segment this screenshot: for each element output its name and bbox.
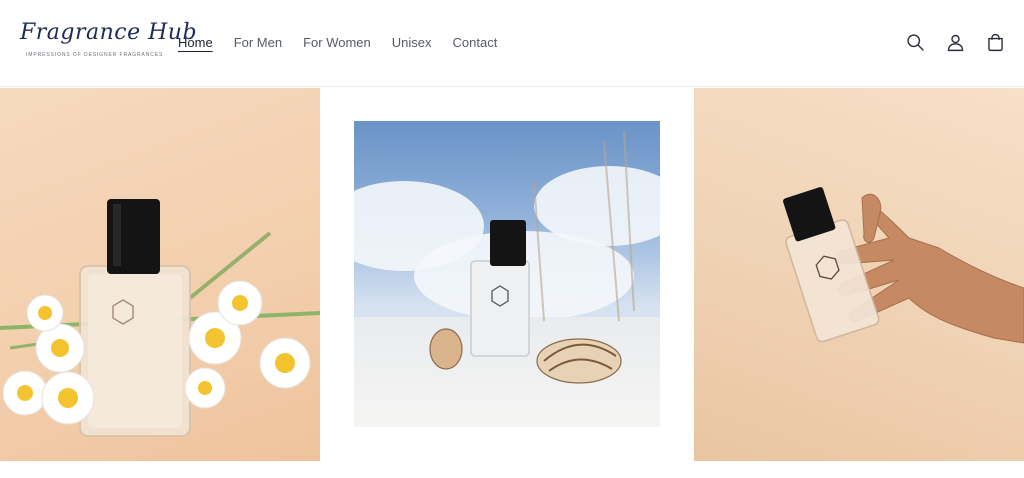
gallery-image-hand-holding[interactable] bbox=[694, 88, 1024, 461]
brand-name: Fragrance Hub bbox=[20, 20, 198, 45]
nav-item-contact[interactable]: Contact bbox=[453, 33, 498, 53]
search-button[interactable] bbox=[904, 30, 926, 54]
nav-item-home[interactable]: Home bbox=[178, 33, 213, 53]
image-gallery bbox=[0, 88, 1024, 461]
cart-button[interactable] bbox=[984, 30, 1006, 54]
nav-item-unisex[interactable]: Unisex bbox=[392, 33, 432, 53]
seashell-perfume-illustration bbox=[429, 130, 635, 384]
header-actions bbox=[904, 30, 1006, 54]
search-icon bbox=[906, 33, 924, 51]
account-button[interactable] bbox=[944, 30, 966, 54]
gallery-image-seashells[interactable] bbox=[320, 88, 693, 461]
daisy-perfume-illustration bbox=[0, 199, 320, 437]
site-header: Fragrance Hub IMPRESSIONS OF DESIGNER FR… bbox=[0, 0, 1024, 87]
nav-item-for-men[interactable]: For Men bbox=[234, 33, 282, 53]
cart-icon bbox=[987, 33, 1003, 51]
sky-backdrop bbox=[354, 121, 660, 427]
gallery-image-daisies[interactable] bbox=[0, 88, 320, 461]
main-nav: Home For Men For Women Unisex Contact bbox=[178, 33, 518, 53]
nav-item-for-women[interactable]: For Women bbox=[303, 33, 371, 53]
hand-perfume-illustration bbox=[783, 187, 1024, 344]
brand-tagline: IMPRESSIONS OF DESIGNER FRAGRANCES bbox=[26, 52, 164, 58]
account-icon bbox=[947, 34, 963, 51]
brand-logo[interactable]: Fragrance Hub IMPRESSIONS OF DESIGNER FR… bbox=[20, 20, 198, 66]
